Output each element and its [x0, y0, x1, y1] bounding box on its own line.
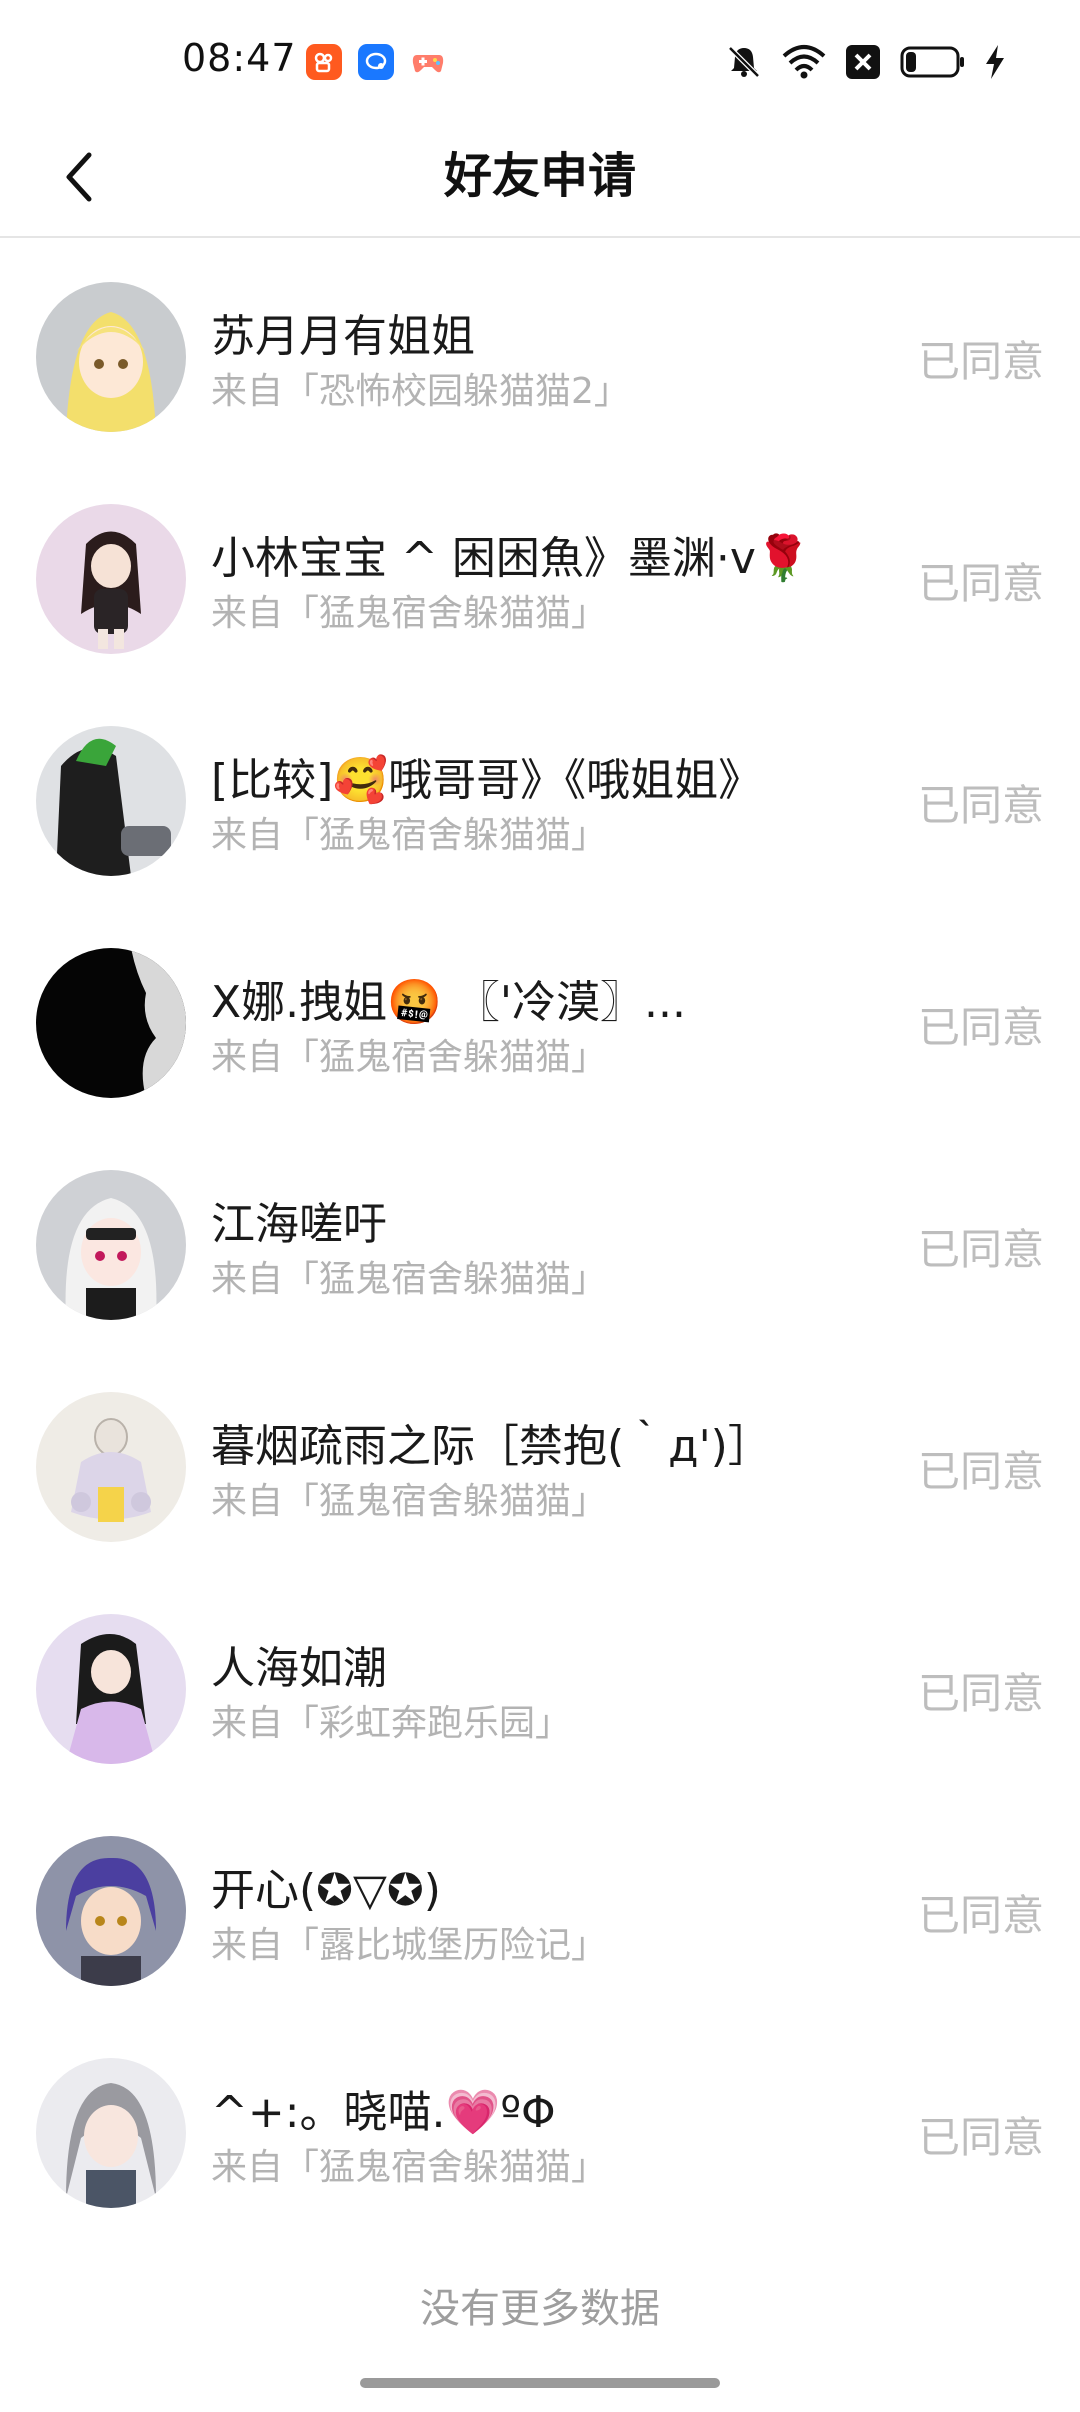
avatar[interactable]	[36, 2058, 186, 2208]
status-accepted: 已同意	[917, 1669, 1044, 1718]
list-item[interactable]: 开心(✪▽✪) 来自「露比城堡历险记」 已同意	[0, 1794, 1080, 2016]
status-accepted: 已同意	[917, 1447, 1044, 1496]
wifi-icon	[782, 44, 826, 80]
mute-bell-icon	[724, 42, 764, 82]
user-name: ^+:。晓喵.💗ºΦ	[211, 2087, 556, 2138]
user-name: 苏月月有姐姐	[211, 311, 475, 362]
list-item[interactable]: 小林宝宝 ^ 困困魚》墨渊·v🌹 来自「猛鬼宿舍躲猫猫」 已同意	[0, 462, 1080, 684]
avatar[interactable]	[36, 1392, 186, 1542]
avatar[interactable]	[36, 1836, 186, 1986]
game-controller-icon	[410, 44, 446, 80]
user-name: 人海如潮	[211, 1643, 387, 1694]
status-accepted: 已同意	[917, 1225, 1044, 1274]
battery-icon	[900, 45, 966, 79]
status-accepted: 已同意	[917, 2113, 1044, 2162]
request-source: 来自「猛鬼宿舍躲猫猫」	[211, 593, 608, 634]
status-accepted: 已同意	[917, 337, 1044, 386]
request-source: 来自「彩虹奔跑乐园」	[211, 1703, 572, 1744]
status-accepted: 已同意	[917, 559, 1044, 608]
request-source: 来自「猛鬼宿舍躲猫猫」	[211, 1037, 608, 1078]
kuaishou-icon	[306, 44, 342, 80]
list-item[interactable]: 人海如潮 来自「彩虹奔跑乐园」 已同意	[0, 1572, 1080, 1794]
friend-request-list: 苏月月有姐姐 来自「恐怖校园躲猫猫2」 已同意 小林宝宝 ^ 困困魚》墨渊·v🌹…	[0, 240, 1080, 2238]
request-source: 来自「猛鬼宿舍躲猫猫」	[211, 1481, 608, 1522]
user-name: X娜.拽姐🤬 〖'冷漠〗...	[211, 977, 686, 1028]
list-item[interactable]: 苏月月有姐姐 来自「恐怖校园躲猫猫2」 已同意	[0, 240, 1080, 462]
avatar[interactable]	[36, 504, 186, 654]
charging-bolt-icon	[984, 44, 1006, 80]
home-indicator[interactable]	[360, 2378, 720, 2388]
nav-bar: 好友申请	[0, 120, 1080, 238]
user-name: [比较]🥰哦哥哥》《哦姐姐》	[211, 755, 763, 806]
status-time: 08:47	[182, 36, 297, 80]
list-item[interactable]: ^+:。晓喵.💗ºΦ 来自「猛鬼宿舍躲猫猫」 已同意	[0, 2016, 1080, 2238]
no-more-data-text: 没有更多数据	[420, 2286, 660, 2332]
status-right-icons	[724, 40, 1006, 84]
x-box-icon	[844, 43, 882, 81]
page-title: 好友申请	[443, 148, 636, 204]
status-bar: 08:47	[0, 0, 1080, 120]
request-source: 来自「露比城堡历险记」	[211, 1925, 608, 1966]
user-name: 小林宝宝 ^ 困困魚》墨渊·v🌹	[211, 533, 811, 584]
user-name: 江海嗟吁	[211, 1199, 387, 1250]
list-item[interactable]: X娜.拽姐🤬 〖'冷漠〗... 来自「猛鬼宿舍躲猫猫」 已同意	[0, 906, 1080, 1128]
user-name: 开心(✪▽✪)	[211, 1865, 441, 1916]
list-item[interactable]: [比较]🥰哦哥哥》《哦姐姐》 来自「猛鬼宿舍躲猫猫」 已同意	[0, 684, 1080, 906]
user-name: 暮烟疏雨之际［禁抱(｀д')］	[211, 1421, 772, 1472]
avatar[interactable]	[36, 282, 186, 432]
status-accepted: 已同意	[917, 1891, 1044, 1940]
request-source: 来自「恐怖校园躲猫猫2」	[211, 371, 630, 412]
avatar[interactable]	[36, 948, 186, 1098]
list-item[interactable]: 暮烟疏雨之际［禁抱(｀д')］ 来自「猛鬼宿舍躲猫猫」 已同意	[0, 1350, 1080, 1572]
request-source: 来自「猛鬼宿舍躲猫猫」	[211, 815, 608, 856]
avatar[interactable]	[36, 1614, 186, 1764]
chat-bubble-icon	[358, 44, 394, 80]
status-accepted: 已同意	[917, 1003, 1044, 1052]
status-accepted: 已同意	[917, 781, 1044, 830]
request-source: 来自「猛鬼宿舍躲猫猫」	[211, 2147, 608, 2188]
list-item[interactable]: 江海嗟吁 来自「猛鬼宿舍躲猫猫」 已同意	[0, 1128, 1080, 1350]
avatar[interactable]	[36, 726, 186, 876]
friend-requests-page: 08:47 好友申请 苏月月有姐姐 来自「恐怖校园躲猫猫2」 已同意 小林宝宝 …	[0, 0, 1080, 2412]
avatar[interactable]	[36, 1170, 186, 1320]
request-source: 来自「猛鬼宿舍躲猫猫」	[211, 1259, 608, 1300]
